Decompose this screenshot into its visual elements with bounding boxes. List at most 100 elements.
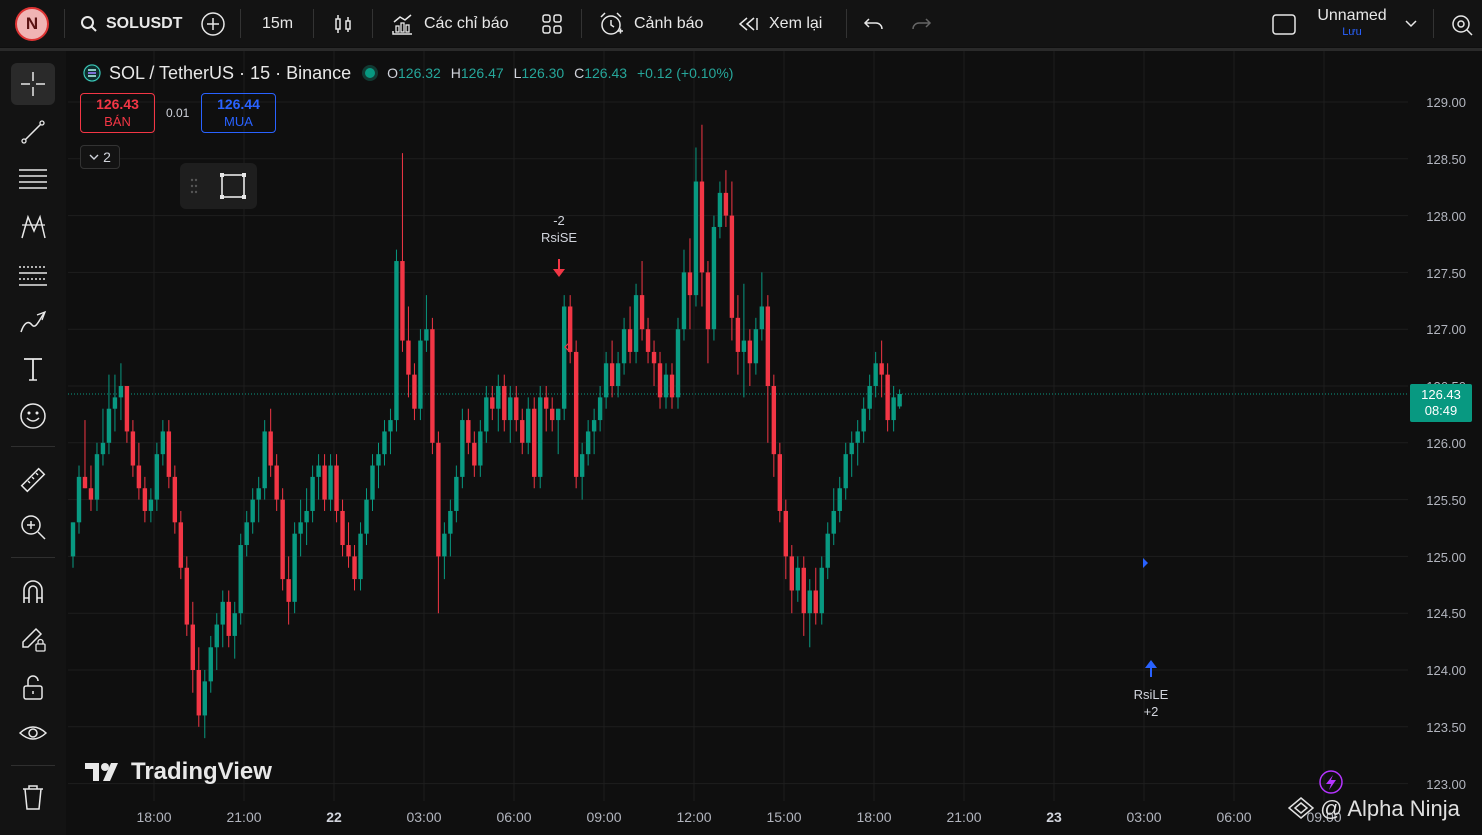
countdown-value: 08:49 xyxy=(1424,403,1458,418)
indicators-collapse-button[interactable]: 2 xyxy=(80,145,120,169)
time-tick: 12:00 xyxy=(676,809,712,825)
legend-title[interactable]: SOL / TetherUS · 15 · Binance xyxy=(109,63,351,84)
measure-tool[interactable] xyxy=(11,459,55,501)
candle-body xyxy=(310,476,315,511)
remove-drawings-tool[interactable] xyxy=(11,776,55,818)
candle-body xyxy=(825,533,830,568)
user-avatar[interactable]: N xyxy=(15,7,49,41)
candle-body xyxy=(597,397,603,421)
forecast-tool[interactable] xyxy=(11,254,55,296)
rectangle-select-icon[interactable] xyxy=(219,172,247,200)
candle-body xyxy=(777,454,783,511)
candle-body xyxy=(496,386,501,409)
quick-search-button[interactable] xyxy=(1449,0,1473,47)
lock-drawings-tool[interactable] xyxy=(11,666,55,708)
crosshair-tool[interactable] xyxy=(11,63,55,105)
fib-tool[interactable] xyxy=(11,158,55,200)
time-tick: 15:00 xyxy=(766,809,802,825)
candle-body xyxy=(280,499,285,580)
tradingview-watermark: TradingView xyxy=(85,758,272,786)
compare-symbol-button[interactable] xyxy=(200,0,226,47)
buy-button[interactable]: 126.44 MUA xyxy=(201,93,276,133)
zoom-in-icon xyxy=(21,515,46,540)
candle-body xyxy=(238,545,243,614)
candle-body xyxy=(723,192,729,216)
symbol-label: SOLUSDT xyxy=(106,14,183,32)
candle-body xyxy=(627,329,633,352)
diamond-logo-icon xyxy=(1287,797,1315,819)
candle-body xyxy=(352,556,357,580)
current-price-value: 126.43 xyxy=(1421,387,1461,402)
layout-toggle-button[interactable] xyxy=(1272,0,1296,47)
candle-body xyxy=(478,431,483,466)
toolbar-divider xyxy=(11,446,55,447)
layout-name-button[interactable]: Unnamed Lưu xyxy=(1312,6,1392,39)
trash-icon xyxy=(23,785,43,810)
pattern-tool[interactable] xyxy=(11,206,55,248)
candle-body xyxy=(603,363,609,398)
candle-body xyxy=(76,476,82,523)
candle-body xyxy=(885,374,890,421)
redo-button[interactable] xyxy=(910,0,932,47)
hide-drawings-tool[interactable] xyxy=(11,712,55,754)
candle-body xyxy=(424,329,429,341)
time-tick: 21:00 xyxy=(226,809,262,825)
stay-in-drawing-mode-tool[interactable] xyxy=(11,618,55,660)
candle-body xyxy=(136,465,142,489)
candle-body xyxy=(142,488,148,511)
collapse-count: 2 xyxy=(103,149,111,165)
ohlc-values: O126.32 H126.47 L126.30 C126.43 +0.12 (+… xyxy=(381,65,733,81)
candle-body xyxy=(442,533,447,557)
candle-body xyxy=(490,397,495,409)
sell-button[interactable]: 126.43 BÁN xyxy=(80,93,155,133)
candle-body xyxy=(873,363,878,386)
interval-button[interactable]: 15m xyxy=(262,0,293,47)
replay-button[interactable]: Xem lại xyxy=(737,0,822,47)
brush-tool[interactable] xyxy=(11,301,55,343)
emoji-tool[interactable] xyxy=(11,395,55,437)
candle-body xyxy=(843,454,848,489)
chevron-down-icon xyxy=(1405,19,1417,27)
smiley-icon xyxy=(20,403,46,429)
candle-body xyxy=(268,431,273,466)
text-tool[interactable] xyxy=(11,348,55,390)
candle-body xyxy=(118,386,124,398)
save-label: Lưu xyxy=(1342,26,1362,38)
candle-body xyxy=(711,226,717,330)
buy-label: MUA xyxy=(224,114,253,129)
market-status-dot xyxy=(365,68,376,78)
alerts-label: Cảnh báo xyxy=(634,14,704,32)
trend-line-tool[interactable] xyxy=(11,111,55,153)
layout-dropdown-button[interactable] xyxy=(1404,0,1418,47)
drag-handle-icon[interactable] xyxy=(190,178,198,194)
candle-body xyxy=(472,442,477,466)
close-value: 126.43 xyxy=(584,65,628,81)
lightning-icon[interactable] xyxy=(1319,770,1343,794)
price-chart[interactable] xyxy=(68,51,1482,835)
candle-body xyxy=(412,374,417,409)
candle-body xyxy=(681,272,687,330)
magnet-tool[interactable] xyxy=(11,570,55,612)
pencil-lock-icon xyxy=(22,627,46,652)
settings-search-icon xyxy=(1452,14,1473,36)
time-tick: 22 xyxy=(326,809,342,825)
symbol-logo-icon xyxy=(83,64,101,82)
chart-type-button[interactable] xyxy=(331,0,355,47)
toolbar-divider xyxy=(313,9,314,38)
alerts-button[interactable]: Cảnh báo xyxy=(598,0,703,47)
candle-body xyxy=(226,601,231,636)
open-value: 126.32 xyxy=(398,65,441,81)
candle-body xyxy=(801,567,806,614)
indicators-button[interactable]: Các chỉ báo xyxy=(390,0,509,47)
candle-body xyxy=(346,545,351,557)
zoom-tool[interactable] xyxy=(11,506,55,548)
indicators-icon xyxy=(392,13,412,35)
candle-body xyxy=(430,329,435,443)
symbol-search-button[interactable]: SOLUSDT xyxy=(80,0,182,47)
candle-body xyxy=(88,488,94,500)
layouts-button[interactable] xyxy=(540,0,564,47)
candle-body xyxy=(669,374,675,398)
candle-body xyxy=(813,590,818,614)
candle-body xyxy=(765,306,771,386)
undo-button[interactable] xyxy=(863,0,885,47)
